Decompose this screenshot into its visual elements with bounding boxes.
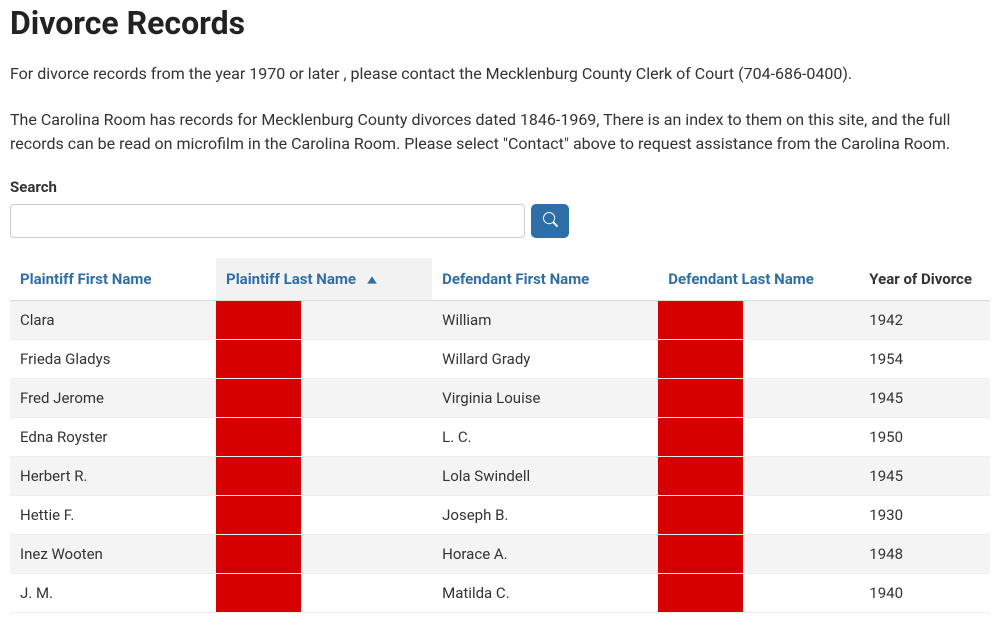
col-defendant-first[interactable]: Defendant First Name bbox=[432, 258, 658, 301]
cell-year: 1940 bbox=[859, 574, 990, 613]
intro-paragraph-2: The Carolina Room has records for Meckle… bbox=[10, 108, 990, 156]
col-label: Year of Divorce bbox=[869, 270, 972, 288]
cell-year: 1950 bbox=[859, 418, 990, 457]
cell-plaintiff-last-redacted bbox=[216, 418, 432, 457]
col-label: Defendant Last Name bbox=[668, 270, 814, 288]
col-year[interactable]: Year of Divorce bbox=[859, 258, 990, 301]
cell-plaintiff-first: Fred Jerome bbox=[10, 379, 216, 418]
table-row: Hettie F. Joseph B. 1930 bbox=[10, 496, 990, 535]
records-table: Plaintiff First Name Plaintiff Last Name… bbox=[10, 258, 990, 613]
cell-defendant-last-redacted bbox=[658, 457, 859, 496]
col-label: Plaintiff First Name bbox=[20, 270, 151, 288]
cell-year: 1930 bbox=[859, 496, 990, 535]
search-button[interactable] bbox=[531, 204, 569, 238]
cell-plaintiff-last-redacted bbox=[216, 535, 432, 574]
table-row: Frieda Gladys Willard Grady 1954 bbox=[10, 340, 990, 379]
cell-year: 1945 bbox=[859, 457, 990, 496]
page-title: Divorce Records bbox=[10, 4, 990, 42]
table-row: Clara William 1942 bbox=[10, 301, 990, 340]
col-plaintiff-first[interactable]: Plaintiff First Name bbox=[10, 258, 216, 301]
table-row: Herbert R. Lola Swindell 1945 bbox=[10, 457, 990, 496]
cell-defendant-first: Willard Grady bbox=[432, 340, 658, 379]
table-row: Fred Jerome Virginia Louise 1945 bbox=[10, 379, 990, 418]
cell-defendant-first: Lola Swindell bbox=[432, 457, 658, 496]
col-defendant-last[interactable]: Defendant Last Name bbox=[658, 258, 859, 301]
search-label: Search bbox=[10, 178, 990, 196]
cell-plaintiff-first: Edna Royster bbox=[10, 418, 216, 457]
intro-paragraph-1: For divorce records from the year 1970 o… bbox=[10, 62, 990, 86]
col-plaintiff-last[interactable]: Plaintiff Last Name bbox=[216, 258, 432, 301]
search-icon bbox=[543, 212, 558, 230]
sort-asc-icon bbox=[366, 270, 378, 288]
table-row: Inez Wooten Horace A. 1948 bbox=[10, 535, 990, 574]
cell-defendant-last-redacted bbox=[658, 496, 859, 535]
table-row: Edna Royster L. C. 1950 bbox=[10, 418, 990, 457]
cell-defendant-first: William bbox=[432, 301, 658, 340]
cell-year: 1954 bbox=[859, 340, 990, 379]
cell-defendant-last-redacted bbox=[658, 301, 859, 340]
cell-defendant-first: Matilda C. bbox=[432, 574, 658, 613]
cell-defendant-first: Horace A. bbox=[432, 535, 658, 574]
cell-defendant-last-redacted bbox=[658, 535, 859, 574]
cell-plaintiff-first: Frieda Gladys bbox=[10, 340, 216, 379]
cell-defendant-first: Joseph B. bbox=[432, 496, 658, 535]
cell-defendant-last-redacted bbox=[658, 418, 859, 457]
cell-defendant-last-redacted bbox=[658, 379, 859, 418]
cell-plaintiff-first: J. M. bbox=[10, 574, 216, 613]
cell-year: 1948 bbox=[859, 535, 990, 574]
cell-plaintiff-first: Inez Wooten bbox=[10, 535, 216, 574]
col-label: Defendant First Name bbox=[442, 270, 589, 288]
cell-defendant-first: Virginia Louise bbox=[432, 379, 658, 418]
cell-defendant-last-redacted bbox=[658, 574, 859, 613]
cell-plaintiff-last-redacted bbox=[216, 496, 432, 535]
table-header-row: Plaintiff First Name Plaintiff Last Name… bbox=[10, 258, 990, 301]
table-row: J. M. Matilda C. 1940 bbox=[10, 574, 990, 613]
cell-plaintiff-first: Hettie F. bbox=[10, 496, 216, 535]
cell-defendant-first: L. C. bbox=[432, 418, 658, 457]
cell-defendant-last-redacted bbox=[658, 340, 859, 379]
cell-plaintiff-last-redacted bbox=[216, 574, 432, 613]
col-label: Plaintiff Last Name bbox=[226, 270, 356, 288]
cell-plaintiff-last-redacted bbox=[216, 379, 432, 418]
search-input[interactable] bbox=[10, 204, 525, 238]
search-row bbox=[10, 204, 990, 238]
cell-plaintiff-last-redacted bbox=[216, 301, 432, 340]
cell-plaintiff-first: Clara bbox=[10, 301, 216, 340]
cell-plaintiff-last-redacted bbox=[216, 340, 432, 379]
cell-plaintiff-first: Herbert R. bbox=[10, 457, 216, 496]
cell-plaintiff-last-redacted bbox=[216, 457, 432, 496]
cell-year: 1942 bbox=[859, 301, 990, 340]
cell-year: 1945 bbox=[859, 379, 990, 418]
